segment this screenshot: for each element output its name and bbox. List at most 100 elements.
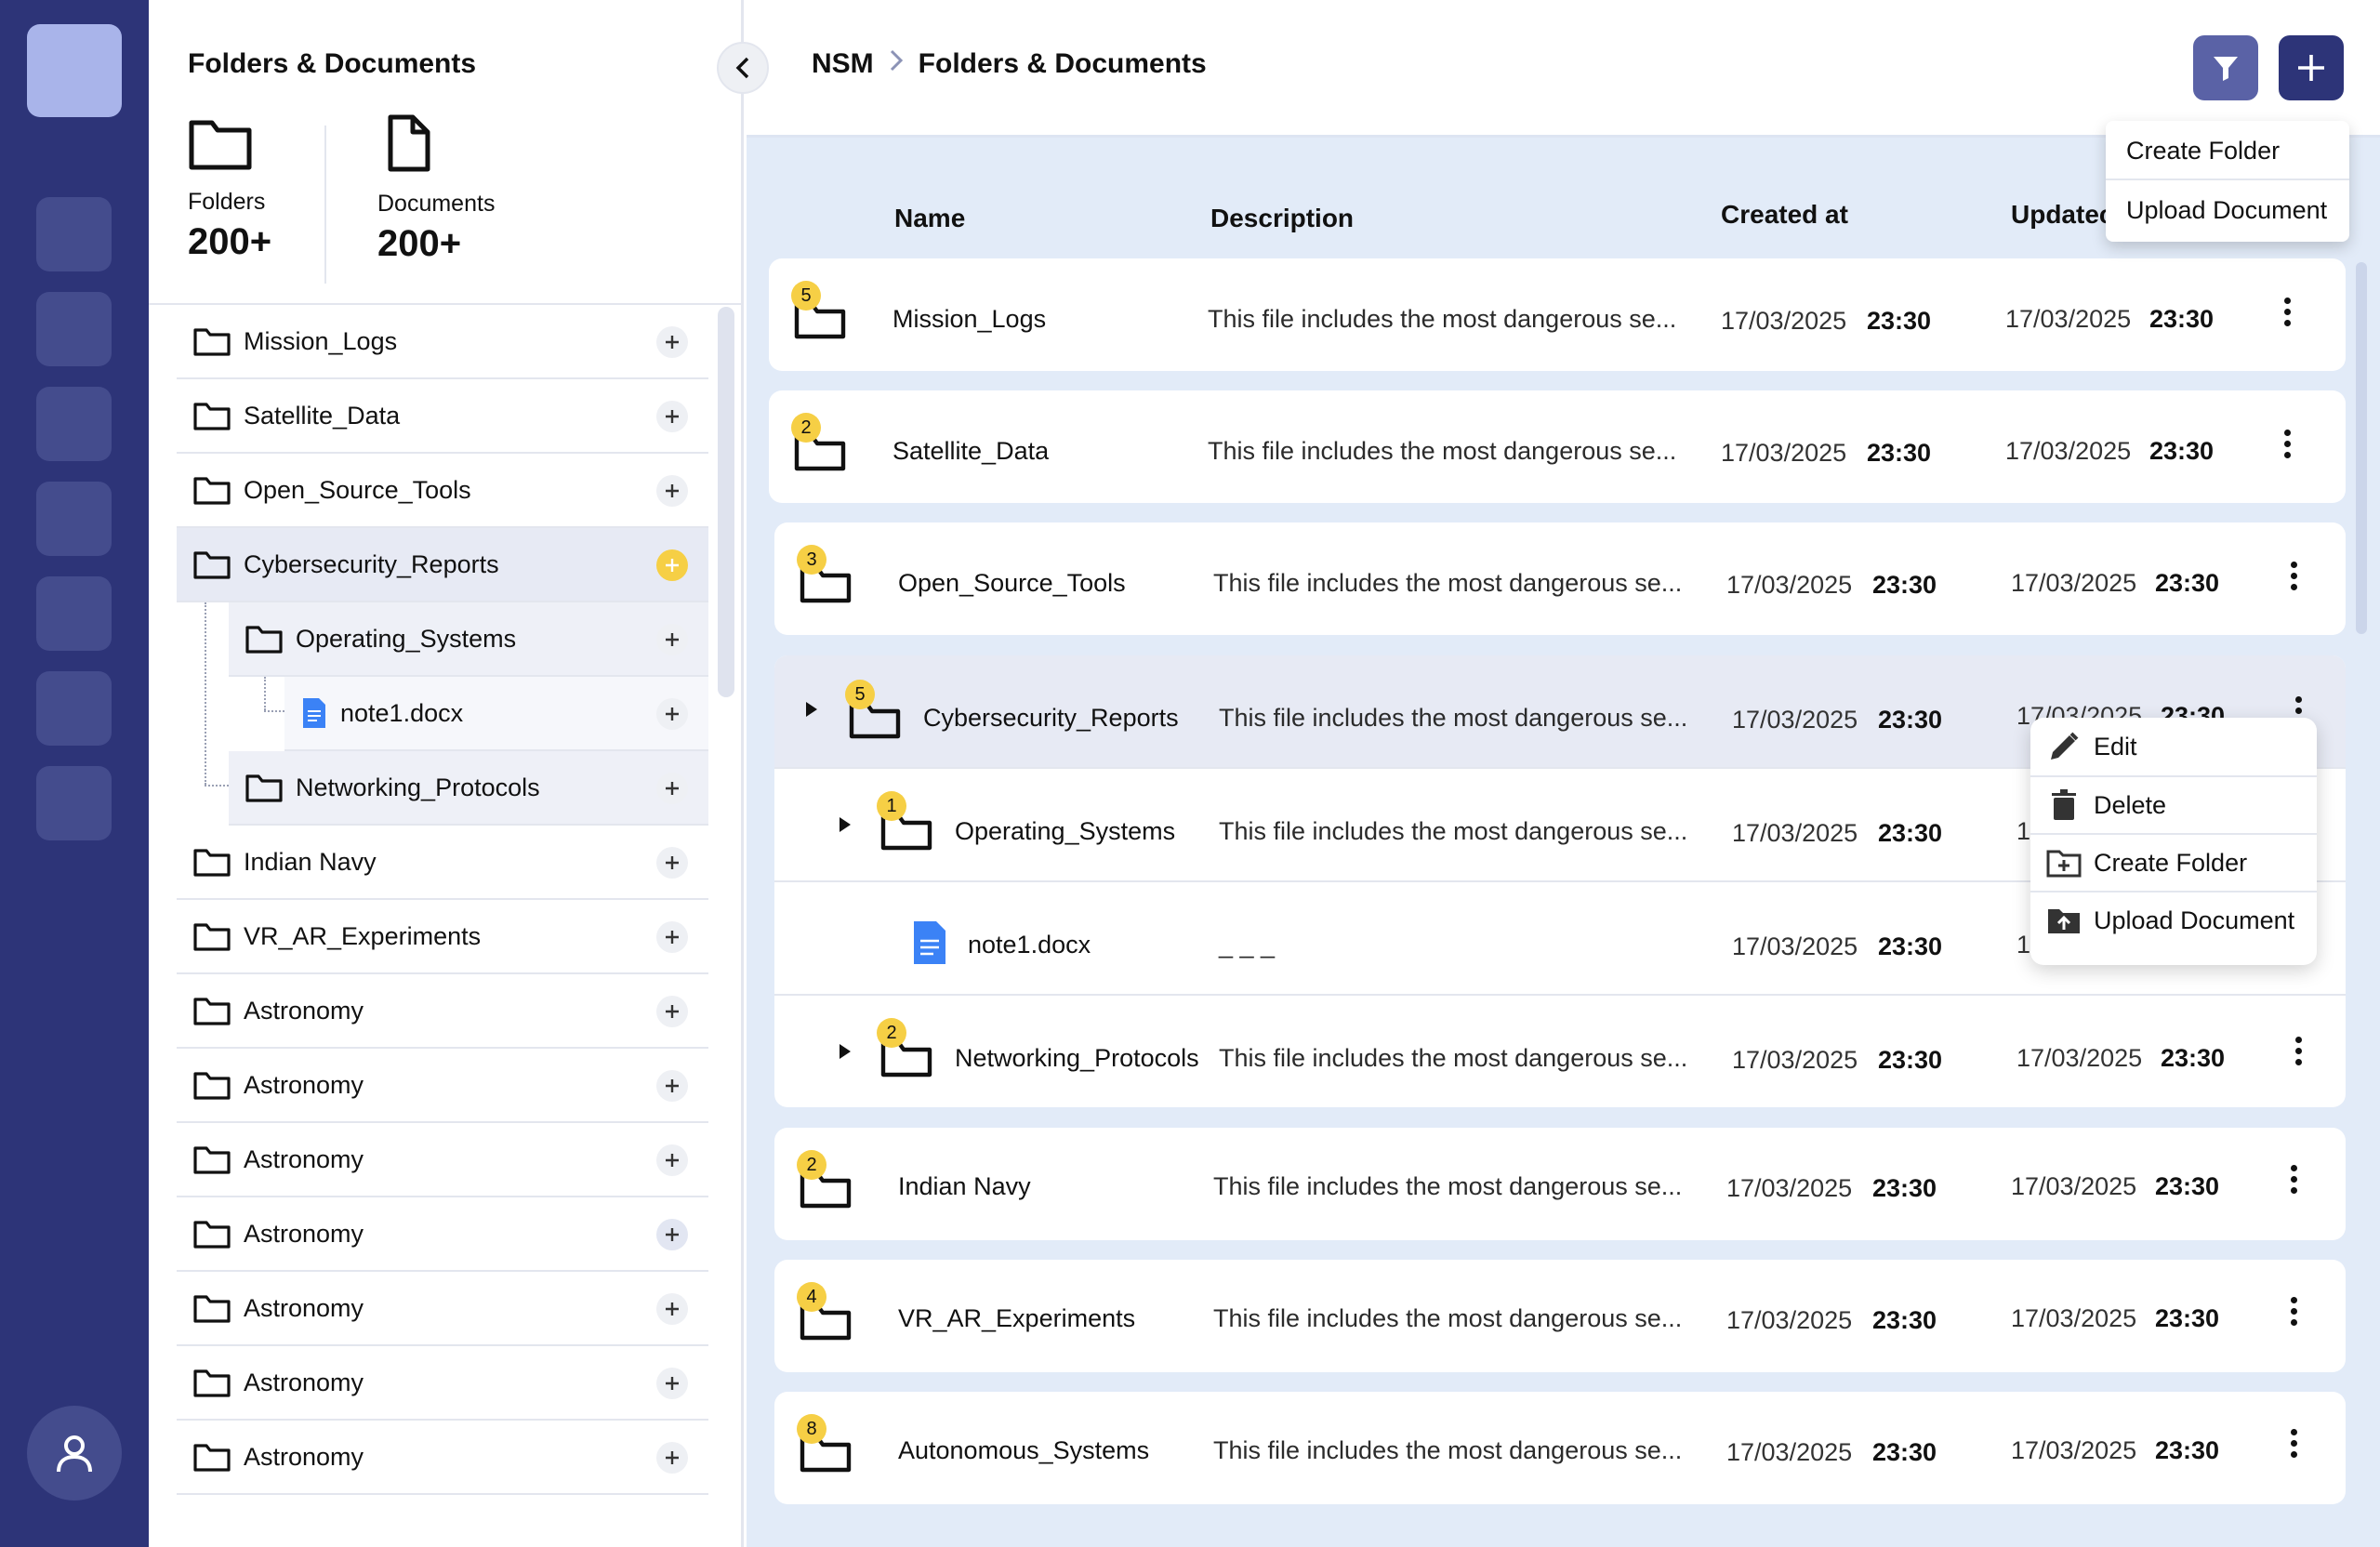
folder-icon (245, 626, 283, 654)
tree-item[interactable]: Astronomy (177, 1197, 708, 1272)
table-row[interactable]: 2 Indian Navy This file includes the mos… (774, 1128, 2346, 1240)
tree-item[interactable]: VR_AR_Experiments (177, 900, 708, 974)
add-icon[interactable] (656, 698, 688, 730)
table-row[interactable]: 2 Satellite_Data This file includes the … (769, 390, 2346, 503)
add-icon[interactable] (656, 1293, 688, 1325)
add-icon[interactable] (656, 1442, 688, 1474)
collapse-panel-button[interactable] (717, 42, 769, 94)
more-options-icon[interactable] (2291, 562, 2297, 590)
expand-caret-icon[interactable] (840, 817, 851, 832)
expand-caret-icon[interactable] (806, 702, 817, 717)
add-icon[interactable] (656, 773, 688, 804)
nav-item-6[interactable] (36, 671, 112, 746)
chevron-right-icon (889, 48, 904, 80)
menu-upload-document[interactable]: Upload Document (2106, 178, 2349, 236)
row-description: _ _ _ (1219, 931, 1276, 959)
tree-item-label: Astronomy (244, 996, 364, 1025)
add-icon[interactable] (656, 847, 688, 879)
created-date: 17/03/2025 (1721, 307, 1847, 335)
tree-item[interactable]: Astronomy (177, 1346, 708, 1421)
column-header-description[interactable]: Description (1210, 204, 1354, 233)
add-icon[interactable] (656, 1368, 688, 1399)
nav-item-5[interactable] (36, 576, 112, 651)
more-options-icon[interactable] (2291, 1429, 2297, 1458)
tree-item-label: Astronomy (244, 1070, 364, 1099)
nav-item-3[interactable] (36, 387, 112, 461)
add-icon[interactable] (656, 1219, 688, 1250)
tree-item[interactable]: Astronomy (177, 974, 708, 1049)
tree-item[interactable]: Satellite_Data (177, 379, 708, 454)
more-options-icon[interactable] (2291, 1165, 2297, 1194)
updated-date: 17/03/2025 (2011, 1436, 2137, 1464)
tree-item[interactable]: Astronomy (177, 1272, 708, 1346)
tree-item[interactable]: Astronomy (177, 1421, 708, 1495)
row-description: This file includes the most dangerous se… (1219, 817, 1688, 845)
context-delete[interactable]: Delete (2030, 775, 2317, 833)
tree-item-label: VR_AR_Experiments (244, 921, 482, 950)
tree-item[interactable]: Astronomy (177, 1123, 708, 1197)
nav-item-4[interactable] (36, 482, 112, 556)
add-menu: Create Folder Upload Document (2106, 121, 2349, 242)
table-row[interactable]: 2 Networking_Protocols This file include… (774, 996, 2346, 1107)
nav-item-7[interactable] (36, 766, 112, 840)
add-icon[interactable] (656, 1144, 688, 1176)
nav-item-1[interactable] (36, 197, 112, 271)
add-icon[interactable] (656, 624, 688, 655)
count-badge: 4 (797, 1282, 826, 1312)
add-icon[interactable] (656, 401, 688, 432)
app-logo[interactable] (27, 24, 122, 117)
tree-item[interactable]: note1.docx (284, 677, 708, 751)
more-options-icon[interactable] (2295, 1037, 2302, 1065)
nav-item-2[interactable] (36, 292, 112, 366)
context-upload-document[interactable]: Upload Document (2030, 891, 2317, 948)
tree-item[interactable]: Operating_Systems (229, 602, 708, 677)
add-icon[interactable] (656, 996, 688, 1027)
created-time: 23:30 (1872, 1174, 1937, 1202)
user-avatar-button[interactable] (27, 1406, 122, 1501)
context-edit-label: Edit (2094, 732, 2137, 760)
add-icon[interactable] (656, 921, 688, 953)
folder-upload-icon (2048, 909, 2080, 933)
context-create-folder[interactable]: Create Folder (2030, 833, 2317, 891)
column-header-name[interactable]: Name (894, 204, 965, 233)
menu-create-folder[interactable]: Create Folder (2106, 121, 2349, 178)
stat-divider (324, 126, 326, 284)
tree-item[interactable]: Networking_Protocols (229, 751, 708, 826)
tree-item[interactable]: Astronomy (177, 1049, 708, 1123)
add-button[interactable] (2279, 35, 2344, 100)
context-edit[interactable]: Edit (2030, 718, 2317, 775)
trash-icon (2052, 789, 2076, 820)
folder-icon (193, 1221, 231, 1249)
count-badge: 3 (797, 545, 826, 575)
created-time: 23:30 (1878, 819, 1943, 847)
breadcrumb-root[interactable]: NSM (812, 48, 874, 80)
table-row[interactable]: 5 Mission_Logs This file includes the mo… (769, 258, 2346, 371)
tree-item[interactable]: Open_Source_Tools (177, 454, 708, 528)
table-row[interactable]: 8 Autonomous_Systems This file includes … (774, 1392, 2346, 1504)
tree-connector (264, 710, 284, 712)
add-icon[interactable] (656, 549, 688, 581)
table-scrollbar[interactable] (2356, 262, 2367, 634)
updated-time: 23:30 (2155, 1172, 2220, 1200)
tree-item-selected[interactable]: Cybersecurity_Reports (177, 528, 708, 602)
column-header-updated[interactable]: Updatec (2011, 200, 2113, 230)
folders-stat: Folders 200+ (188, 113, 271, 263)
column-header-created[interactable]: Created at (1721, 200, 1848, 230)
add-icon[interactable] (656, 326, 688, 358)
more-options-icon[interactable] (2284, 298, 2291, 326)
table-row[interactable]: 3 Open_Source_Tools This file includes t… (774, 522, 2346, 635)
tree-item-label: Astronomy (244, 1144, 364, 1173)
created-date: 17/03/2025 (1732, 819, 1858, 847)
add-icon[interactable] (656, 1070, 688, 1102)
more-options-icon[interactable] (2284, 430, 2291, 458)
table-row[interactable]: 4 VR_AR_Experiments This file includes t… (774, 1260, 2346, 1372)
tree-item[interactable]: Mission_Logs (177, 305, 708, 379)
add-icon[interactable] (656, 475, 688, 507)
tree-item-label: Open_Source_Tools (244, 475, 471, 504)
panel-scrollbar[interactable] (718, 307, 734, 697)
tree-item[interactable]: Indian Navy (177, 826, 708, 900)
more-options-icon[interactable] (2291, 1297, 2297, 1326)
filter-button[interactable] (2193, 35, 2258, 100)
expand-caret-icon[interactable] (840, 1044, 851, 1059)
folder-plus-icon (2046, 850, 2082, 878)
